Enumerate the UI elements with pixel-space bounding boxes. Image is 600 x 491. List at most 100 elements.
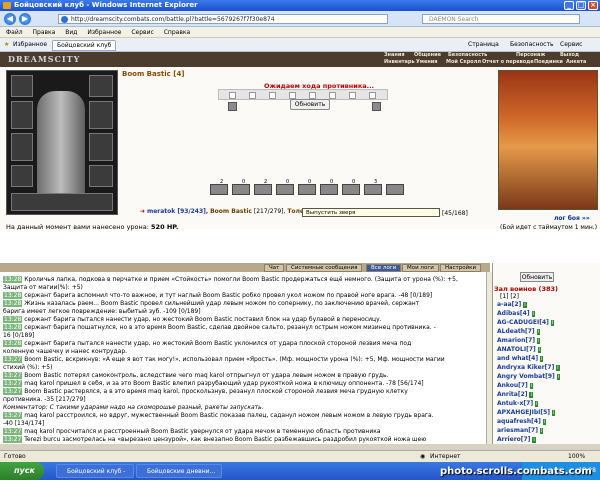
weapon-slot[interactable] [11,101,33,129]
safety-menu[interactable]: Безопасность [510,38,554,52]
gloves-slot[interactable] [11,165,33,187]
nav-fights[interactable]: Поединки [534,59,563,66]
nav-skills[interactable]: Умения [416,59,438,66]
belt-slots[interactable] [11,193,113,211]
search-placeholder: DAEMON Search [429,16,479,23]
chat-line: 13:28 Кроличья лапка, подкова в перчатке… [3,276,458,283]
warrior-item[interactable]: Andryxa Kiker[7] i [497,364,560,372]
legs-slot[interactable] [89,133,113,161]
menu-edit[interactable]: Правка [33,29,56,36]
nav-knowledge[interactable]: Знания [384,52,405,59]
participant-name[interactable]: meratok [93/243], [147,208,208,215]
participant-name[interactable]: Boom Bastic [210,208,252,215]
menu-tools[interactable]: Сервис [131,29,153,36]
warriors-pagination[interactable]: [1] [2] [500,293,519,300]
page-content: DREAMSCITY Знания Общение Безопасность П… [0,52,600,450]
chat-line: 13:27 Boom Bastic, вскрикнув: «А еще я в… [3,356,445,363]
warrior-item[interactable]: ariesman[7] i [497,427,544,435]
chat-line: барига имеет легкое повреждение: выбитый… [3,308,201,315]
forward-button[interactable]: ▶ [19,13,31,25]
menu-favorites[interactable]: Избранное [87,29,121,36]
refresh-button[interactable]: Обновить [290,99,330,110]
start-button[interactable]: пуск [0,462,44,480]
tab-my-logs[interactable]: Мои логи [402,264,439,272]
warrior-item[interactable]: Ankou[7] i [497,382,534,390]
nav-profile[interactable]: Анкета [566,59,586,66]
earrings-slot[interactable] [89,75,113,97]
nav-exit[interactable]: Выход [560,52,579,59]
tab-chat[interactable]: Чат [264,264,285,272]
release-beast-button[interactable] [320,184,338,195]
chat-line: 13:27 Boom Bastic растерялся, а в это вр… [3,388,408,395]
menu-view[interactable]: Вид [65,29,77,36]
battle-timeout-info: (Бой идет с таймаутом 1 мин.) [500,224,598,231]
action-button[interactable] [232,184,250,195]
warrior-item[interactable]: Antuk-x[7] i [497,400,539,408]
nav-transfer[interactable]: Отчет о переводе [482,59,534,66]
taskbar-item[interactable]: Бойцовский клуб - ... [56,464,134,488]
warrior-item[interactable]: AG-CADUGEI[4] i [497,319,555,327]
menu-file[interactable]: Файл [6,29,23,36]
boots-slot[interactable] [89,165,113,187]
close-button[interactable]: × [588,1,598,10]
chat-line: 13:27 maq karol просчитался и расстроенн… [3,428,381,435]
action-button[interactable] [386,184,404,195]
favorites-bar: ★ Избранное Бойцовский клуб Страница Без… [0,38,600,52]
warrior-item[interactable]: aquafresh[4] i [497,418,547,426]
tab-all-logs[interactable]: Все логи [366,264,402,272]
turn-cell [249,92,256,99]
warrior-item[interactable]: ALdeath[7] i [497,328,540,336]
damage-label: На данный момент вами нанесено урона: [6,223,149,231]
warrior-item[interactable]: ANATOLI[7] i [497,346,542,354]
chat-line: -40 [134/174] [3,420,45,427]
nav-chat[interactable]: Общение [414,52,441,59]
maximize-button[interactable]: □ [576,1,586,10]
address-bar[interactable]: http://dreamscity.combats.com/battle.pl?… [58,14,388,24]
warrior-item[interactable]: Adibas[4] i [497,310,535,318]
taskbar-item[interactable]: Бойцовские дневни... [136,464,222,478]
minimize-button[interactable]: _ [564,1,574,10]
warrior-item[interactable]: Arriero[7] i [497,436,536,444]
search-input[interactable]: DAEMON Search [422,14,580,24]
favorites-label[interactable]: Избранное [13,38,47,52]
tab-system-messages[interactable]: Системные сообщения [286,264,363,272]
action-button[interactable] [364,184,382,195]
helmet-slot[interactable] [11,75,33,97]
action-button[interactable] [342,184,360,195]
page-menu[interactable]: Страница [468,38,499,52]
block-zone-icon[interactable] [372,102,381,111]
chat-line: Комментатор: С такими ударами надо на ск… [3,404,264,411]
action-button[interactable] [210,184,228,195]
warrior-item[interactable]: a-aa[2] i [497,301,527,309]
menu-help[interactable]: Справка [164,29,190,36]
nav-scroll[interactable]: Мой Скролл [446,59,481,66]
warrior-item[interactable]: and what[4] i [497,355,544,363]
nav-security[interactable]: Безопасность [448,52,487,59]
tab-fight-club[interactable]: Бойцовский клуб [52,40,117,51]
warriors-refresh-button[interactable]: Обновить [520,272,554,282]
player-name[interactable]: Boom Bastic [4] [122,70,185,78]
turn-cell [309,92,316,99]
back-button[interactable]: ◀ [4,13,16,25]
warrior-item[interactable]: Amarion[7] i [497,337,541,345]
action-button[interactable] [276,184,294,195]
warrior-item[interactable]: APXAHGEJIbI[5] i [497,409,556,417]
window-title-bar: Бойцовский клуб - Windows Internet Explo… [0,0,600,11]
attack-zone-icon[interactable] [228,102,237,111]
tools-menu[interactable]: Сервис [560,38,582,52]
warrior-item[interactable]: Angry Vombat[9] i [497,373,561,381]
offhand-slot[interactable] [89,101,113,129]
tab-settings[interactable]: Настройки [440,264,482,272]
turn-cell [369,92,376,99]
armor-slot[interactable] [11,133,33,161]
nav-inventory[interactable]: Инвентарь [384,59,415,66]
battle-log-link[interactable]: лог боя »» [554,215,590,222]
tooltip: Выпустить зверя [302,208,440,217]
warrior-item[interactable]: Anrita[2] i [497,391,533,399]
chat-line: стихий (%): +5) [3,364,53,371]
nav-character[interactable]: Персонаж [516,52,545,59]
action-button[interactable] [254,184,272,195]
favorites-star-icon[interactable]: ★ [4,38,9,52]
chat-line: 13:27 Boom Bastic потерял самоконтроль, … [3,372,389,379]
action-button[interactable] [298,184,316,195]
